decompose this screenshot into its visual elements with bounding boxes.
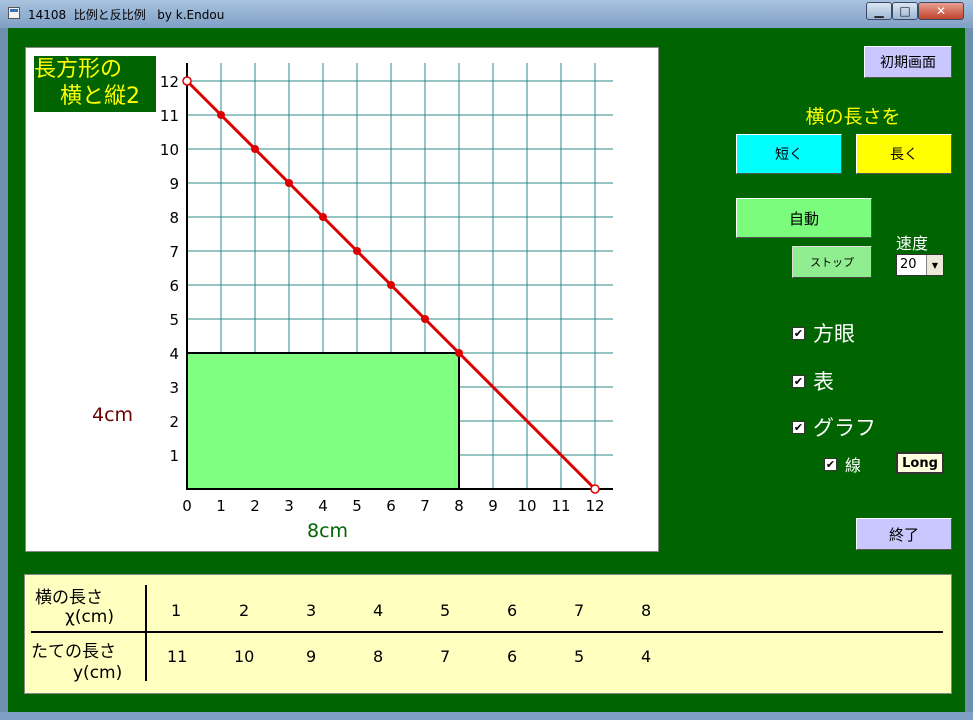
y-tick-label: 2 [169, 413, 179, 431]
y-tick-label: 4 [169, 345, 179, 363]
title-bar[interactable]: 14108 比例と反比例 by k.Endou ▁ □ ✕ [0, 0, 973, 28]
y-tick-label: 11 [160, 107, 179, 125]
x-tick-label: 3 [284, 497, 294, 515]
speed-select[interactable]: 20 ▼ [896, 254, 944, 276]
main-form: 0 1 2 3 4 5 6 7 8 9 10 11 12 1 2 3 4 5 6 7 8 9 10 11 12 長方形の 横と縦… [8, 28, 965, 712]
y-tick-label: 10 [160, 141, 179, 159]
y-value: 8 [373, 647, 384, 666]
value-table: 横の長さ χ(cm) たての長さ y(cm) 1 2 3 4 5 6 7 8 1… [24, 574, 952, 694]
data-point [285, 179, 293, 187]
auto-button[interactable]: 自動 [736, 198, 872, 238]
exit-button[interactable]: 終了 [856, 518, 952, 550]
chart-title-line1: 長方形の [34, 57, 123, 82]
x-value: 5 [440, 601, 451, 620]
y-value: 7 [440, 647, 451, 666]
x-value: 8 [641, 601, 652, 620]
y-value: 10 [234, 647, 255, 666]
data-point [319, 213, 327, 221]
y-value: 9 [306, 647, 317, 666]
x-value: 1 [171, 601, 182, 620]
chart-title-line2: 横と縦2 [60, 84, 140, 109]
line-toggle-label: 線 [845, 456, 862, 475]
x-tick-label: 8 [454, 497, 464, 515]
app-window: 14108 比例と反比例 by k.Endou ▁ □ ✕ 0123456789… [0, 0, 973, 720]
y-tick-label: 5 [169, 311, 179, 329]
x-tick-label: 6 [386, 497, 396, 515]
x-tick-label: 7 [420, 497, 430, 515]
chart-title: 長方形の 横と縦2 [34, 56, 156, 112]
graph-panel: 0 1 2 3 4 5 6 7 8 9 10 11 12 1 2 3 4 5 6 7 8 9 10 11 12 長方形の 横と縦… [25, 47, 659, 552]
stop-button[interactable]: ストップ [792, 246, 872, 278]
grid-toggle-label: 方眼 [813, 322, 855, 346]
table-toggle[interactable]: ✔ 表 [792, 366, 834, 396]
window-frame-bottom [0, 712, 973, 720]
chevron-down-icon[interactable]: ▼ [926, 255, 943, 275]
x-tick-label: 4 [318, 497, 328, 515]
x-tick-label: 9 [488, 497, 498, 515]
data-point [421, 315, 429, 323]
y-value: 6 [507, 647, 518, 666]
row2-header-unit: y(cm) [73, 663, 123, 683]
x-tick-label: 11 [551, 497, 570, 515]
graph-toggle-label: グラフ [813, 416, 876, 440]
rectangle-shape [186, 352, 460, 490]
data-point [251, 145, 259, 153]
x-tick-label: 2 [250, 497, 260, 515]
minimize-button[interactable]: ▁ [866, 2, 892, 20]
x-tick-label: 0 [182, 497, 192, 515]
width-label: 8cm [307, 520, 349, 542]
y-value: 5 [574, 647, 585, 666]
endpoint-marker [590, 484, 600, 494]
x-value: 3 [306, 601, 317, 620]
y-value: 11 [167, 647, 188, 666]
shorten-button[interactable]: 短く [736, 134, 842, 174]
y-tick-label: 6 [169, 277, 179, 295]
x-tick-label: 1 [216, 497, 226, 515]
x-tick-label: 5 [352, 497, 362, 515]
reset-screen-button[interactable]: 初期画面 [864, 46, 952, 78]
speed-value: 20 [900, 257, 917, 272]
data-point [387, 281, 395, 289]
line-checkbox[interactable]: ✔ [824, 457, 837, 471]
y-tick-label: 12 [160, 73, 179, 91]
long-mode-button[interactable]: Long [896, 452, 944, 474]
graph-toggle[interactable]: ✔ グラフ [792, 412, 876, 442]
lengthen-button[interactable]: 長く [856, 134, 952, 174]
x-value: 4 [373, 601, 384, 620]
x-tick-label: 12 [585, 497, 604, 515]
grid-checkbox[interactable]: ✔ [792, 326, 805, 340]
endpoint-marker [182, 76, 192, 86]
window-title: 14108 比例と反比例 by k.Endou [28, 8, 225, 22]
graph-chart: 0 1 2 3 4 5 6 7 8 9 10 11 12123456789101112 [160, 63, 613, 515]
y-tick-label: 9 [169, 175, 179, 193]
table-toggle-label: 表 [813, 370, 834, 394]
row2-header-label: たての長さ [31, 642, 116, 662]
y-value: 4 [641, 647, 652, 666]
data-point [353, 247, 361, 255]
y-tick-label: 3 [169, 379, 179, 397]
maximize-button[interactable]: □ [892, 2, 918, 20]
x-value: 7 [574, 601, 585, 620]
x-tick-label: 10 [517, 497, 536, 515]
y-tick-label: 7 [169, 243, 179, 261]
y-tick-label: 1 [169, 447, 179, 465]
speed-label: 速度 [896, 234, 929, 253]
y-tick-label: 8 [169, 209, 179, 227]
x-value: 6 [507, 601, 518, 620]
table-divider-vertical [145, 585, 147, 681]
line-toggle[interactable]: ✔ 線 [824, 452, 861, 476]
data-point [217, 111, 225, 119]
height-label: 4cm [92, 404, 134, 426]
row1-header-label: 横の長さ [35, 588, 103, 608]
x-value: 2 [239, 601, 250, 620]
graph-checkbox[interactable]: ✔ [792, 420, 805, 434]
grid-toggle[interactable]: ✔ 方眼 [792, 318, 855, 348]
width-prompt-label: 横の長さを [805, 106, 901, 128]
table-checkbox[interactable]: ✔ [792, 374, 805, 388]
app-icon [8, 7, 20, 19]
table-divider-horizontal [31, 631, 943, 633]
data-point [455, 349, 463, 357]
row1-header-unit: χ(cm) [65, 607, 114, 627]
close-button[interactable]: ✕ [918, 2, 964, 20]
